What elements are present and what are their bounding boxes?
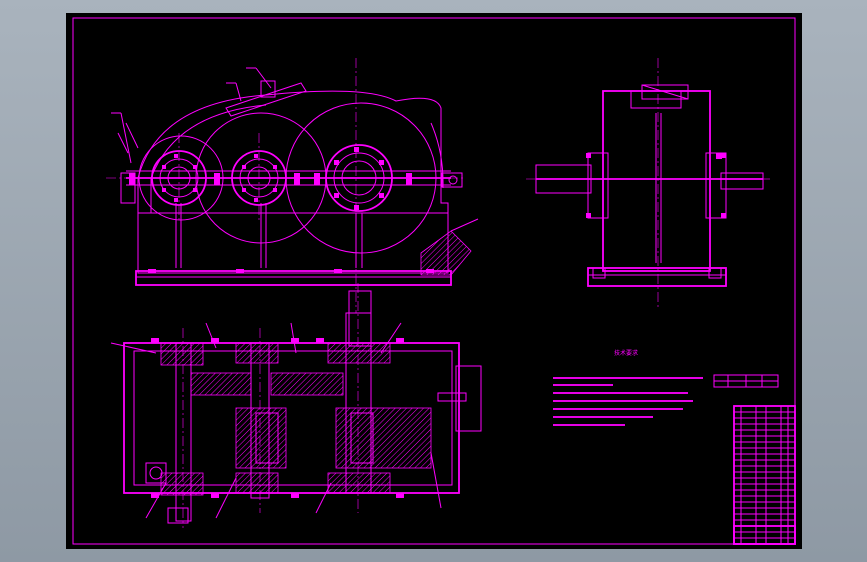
cad-viewport[interactable]: 技术要求 xyxy=(0,0,867,562)
tech-requirements-title: 技术要求 xyxy=(614,349,638,357)
front-view xyxy=(106,58,479,313)
side-view xyxy=(526,58,771,308)
technical-requirements: 技术要求 xyxy=(553,349,703,426)
drawing-sheet: 技术要求 xyxy=(66,13,802,549)
drawing-border xyxy=(72,17,796,545)
gearbox-assembly-drawing: 技术要求 xyxy=(72,17,796,545)
top-section-view xyxy=(110,283,482,528)
parts-list xyxy=(713,374,796,545)
title-block xyxy=(733,525,796,545)
